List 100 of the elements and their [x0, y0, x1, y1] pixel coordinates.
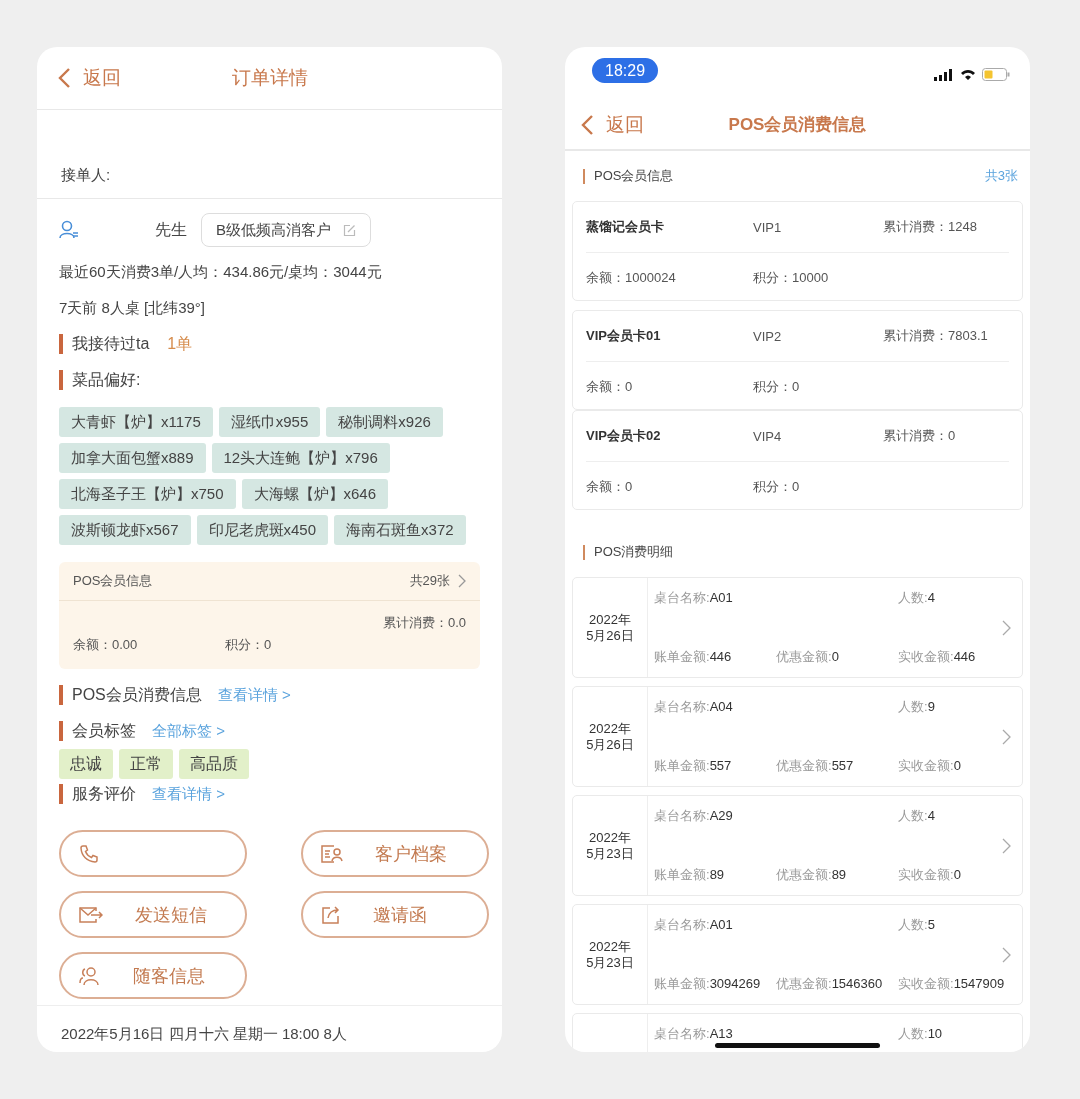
dish-tag: 北海圣子王【炉】x750 — [59, 479, 236, 509]
customer-salutation: 先生 — [155, 219, 187, 240]
points: 积分：0 — [753, 477, 801, 496]
bill-amount: 账单金额:89 — [654, 867, 726, 883]
card-count: 共29张 — [409, 572, 450, 590]
back-icon — [57, 67, 71, 89]
guest-count: 人数:9 — [898, 699, 936, 715]
action-button[interactable]: 客户档案 — [301, 830, 489, 877]
mail-icon — [79, 905, 103, 924]
section-heading: POS会员信息 — [594, 167, 675, 185]
dish-tag: 波斯顿龙虾x567 — [59, 515, 191, 545]
action-button[interactable] — [59, 830, 247, 877]
profile-card-icon — [321, 844, 343, 863]
dish-tag: 秘制调料x926 — [326, 407, 443, 437]
dish-tag: 12头大连鲍【炉】x796 — [211, 443, 390, 473]
record-date: 2022年 5月23日 — [586, 938, 634, 971]
dish-tag: 印尼老虎斑x450 — [196, 515, 329, 545]
dish-heading: 菜品偏好: — [72, 369, 141, 390]
card-name: VIP会员卡01 — [586, 327, 662, 345]
phone-icon — [79, 843, 99, 864]
record-card[interactable]: 2022年 5月23日 桌台名称:A29 人数:4 账单金额:89 优惠金额:89 实收金额:0 — [572, 795, 1023, 896]
bill-amount: 账单金额:3094269 — [654, 976, 762, 992]
chevron-icon — [1002, 838, 1011, 854]
bill-amount: 账单金额:446 — [654, 649, 733, 665]
record-date: 2022年 5月26日 — [586, 611, 634, 644]
record-card[interactable]: 2022年 5月26日 桌台名称:A01 人数:4 账单金额:446 优惠金额:0 实收金额:446 — [572, 577, 1023, 678]
table-name: 桌台名称:A13 — [654, 1026, 734, 1042]
pos-member-card[interactable]: POS会员信息 共29张 累计消费：0.0 余额：0.00 积分：0 — [59, 562, 480, 669]
served-label: 我接待过ta — [72, 333, 150, 354]
receiver-label: 接单人: — [61, 165, 111, 185]
served-count: 1单 — [167, 333, 193, 354]
last-visit: 7天前 8人桌 [北纬39°] — [59, 298, 207, 318]
card-name: 蒸馏记会员卡 — [586, 218, 665, 236]
signal-icon — [934, 68, 954, 81]
received-amount: 实收金额:446 — [898, 649, 977, 665]
total-spend: 累计消费：0.0 — [382, 615, 466, 631]
customer-tag[interactable]: B级低频高消客户 — [201, 213, 371, 247]
guest-count: 人数:5 — [898, 917, 936, 933]
section-label: POS会员消费信息 — [72, 684, 202, 705]
balance: 余额：0 — [586, 477, 634, 496]
guest-count: 人数:4 — [898, 590, 936, 606]
user-icon — [59, 220, 79, 240]
battery-icon — [982, 68, 1010, 81]
discount-amount: 优惠金额:0 — [776, 649, 840, 665]
card-count: 共3张 — [984, 167, 1018, 185]
discount-amount: 优惠金额:89 — [776, 867, 848, 883]
action-button[interactable]: 随客信息 — [59, 952, 247, 999]
chevron-icon — [458, 574, 466, 588]
points: 积分：10000 — [753, 268, 830, 287]
status-time: 18:29 — [592, 58, 659, 83]
discount-amount: 优惠金额:557 — [776, 758, 855, 774]
chevron-icon — [1002, 947, 1011, 963]
member-tag: 高品质 — [179, 749, 249, 779]
member-tag: 忠诚 — [59, 749, 113, 779]
screen-title: 订单详情 — [231, 66, 308, 90]
table-name: 桌台名称:A04 — [654, 699, 734, 715]
received-amount: 实收金额:0 — [898, 758, 962, 774]
screen-title: POS会员消费信息 — [728, 114, 867, 136]
dish-tag: 海南石斑鱼x372 — [334, 515, 466, 545]
table-name: 桌台名称:A29 — [654, 808, 734, 824]
points: 积分：0 — [225, 637, 273, 653]
member-card[interactable]: 蒸馏记会员卡 VIP1 累计消费：1248 余额：1000024 积分：10000 — [572, 201, 1023, 301]
back-icon — [580, 113, 594, 136]
people-icon — [79, 965, 101, 986]
dish-tag: 大海螺【炉】x646 — [241, 479, 389, 509]
consumption-stats: 最近60天消费3单/人均：434.86元/桌均：3044元 — [59, 262, 383, 282]
pos-card-title: POS会员信息 — [73, 572, 154, 590]
member-card[interactable]: VIP会员卡02 VIP4 累计消费：0 余额：0 积分：0 — [572, 410, 1023, 510]
balance: 余额：0 — [586, 377, 634, 396]
table-name: 桌台名称:A01 — [654, 917, 734, 933]
total-spend: 累计消费：0 — [883, 427, 957, 445]
order-summary: 2022年5月16日 四月十六 星期一 18:00 8人 — [61, 1024, 347, 1044]
share-icon — [321, 904, 341, 925]
guest-count: 人数:10 — [898, 1026, 944, 1042]
section-heading: POS消费明细 — [594, 543, 675, 561]
member-card[interactable]: VIP会员卡01 VIP2 累计消费：7803.1 余额：0 积分：0 — [572, 310, 1023, 410]
dish-tag: 湿纸巾x955 — [218, 407, 321, 437]
dish-tag: 大青虾【炉】x1175 — [59, 407, 213, 437]
edit-icon — [343, 223, 356, 237]
section-label: 服务评价 — [72, 783, 136, 804]
discount-amount: 优惠金额:1546360 — [776, 976, 884, 992]
record-date: 2022年 5月23日 — [586, 829, 634, 862]
wifi-icon — [960, 68, 976, 81]
balance: 余额：1000024 — [586, 268, 677, 287]
card-name: VIP会员卡02 — [586, 427, 662, 445]
action-button[interactable]: 邀请函 — [301, 891, 489, 938]
record-card[interactable]: 2022年 5月23日 桌台名称:A01 人数:5 账单金额:3094269 优惠金额:1546360 实收金额:1547909 — [572, 904, 1023, 1005]
received-amount: 实收金额:0 — [898, 867, 962, 883]
received-amount: 实收金额:1547909 — [898, 976, 1006, 992]
table-name: 桌台名称:A01 — [654, 590, 734, 606]
chevron-icon — [1002, 729, 1011, 745]
total-spend: 累计消费：1248 — [883, 218, 978, 236]
record-card[interactable]: 2022年 5月26日 桌台名称:A04 人数:9 账单金额:557 优惠金额:557 实收金额:0 — [572, 686, 1023, 787]
vip-level-label: VIP2 — [753, 328, 783, 344]
points: 积分：0 — [753, 377, 801, 396]
vip-level-label: VIP4 — [753, 428, 783, 444]
member-tag: 正常 — [119, 749, 173, 779]
section-label: 会员标签 — [72, 720, 136, 741]
guest-count: 人数:4 — [898, 808, 936, 824]
vip-level-label: VIP1 — [753, 219, 783, 235]
